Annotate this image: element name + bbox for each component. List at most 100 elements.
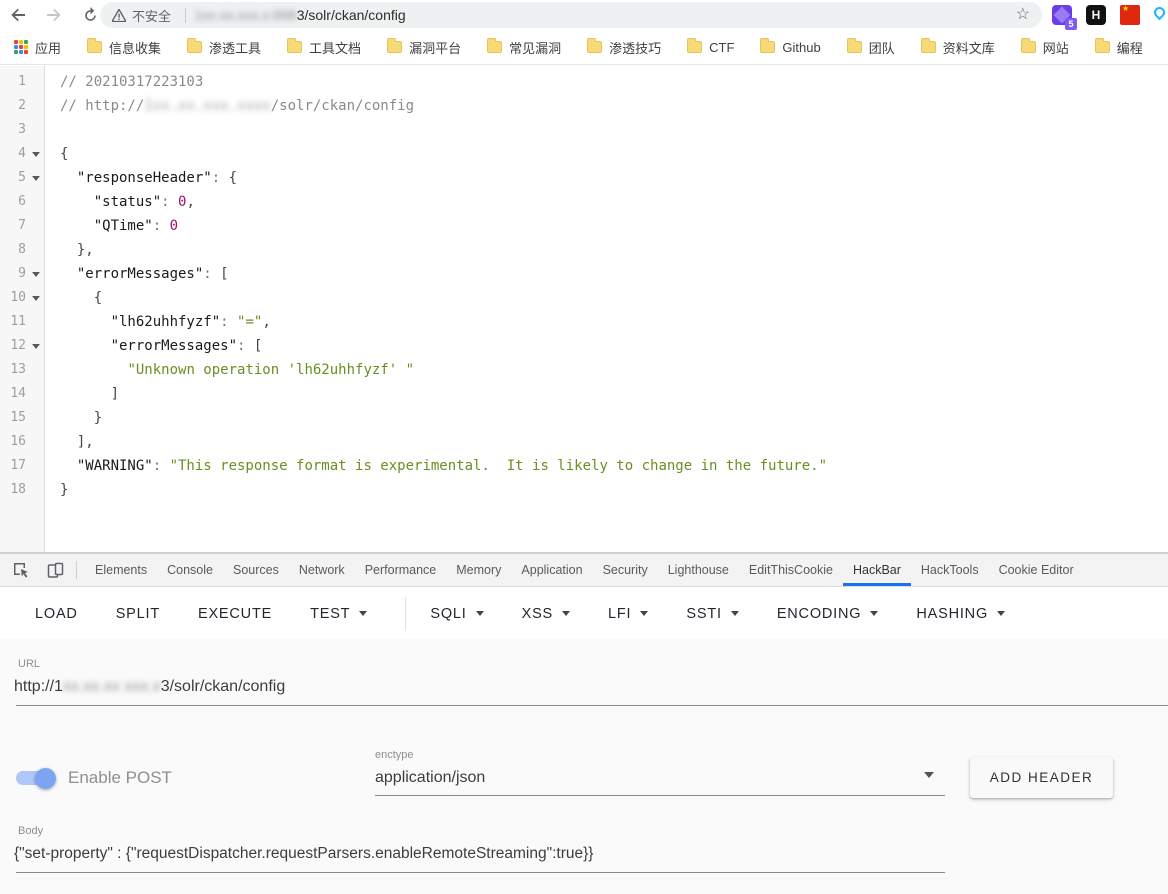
line-number: 11: [0, 310, 26, 334]
code-line: 11 "lh62uhhfyzf": "=",: [0, 310, 1168, 334]
code-token: :: [153, 458, 170, 474]
code-line: 16 ],: [0, 430, 1168, 454]
devtools-tab-elements[interactable]: Elements: [85, 554, 157, 586]
devtools-tab-application[interactable]: Application: [511, 554, 592, 586]
bookmark-folder[interactable]: 常见漏洞: [487, 38, 561, 57]
hackbar-menu-label: SSTI: [686, 606, 721, 622]
hackbar-menu-split[interactable]: SPLIT: [116, 606, 160, 622]
bookmark-folder[interactable]: 团队: [847, 38, 895, 57]
enctype-caret-icon[interactable]: [924, 772, 934, 778]
bookmark-folder[interactable]: 信息收集: [87, 38, 161, 57]
code-token: }: [94, 410, 102, 426]
devtools-separator: [76, 561, 77, 579]
devtools-tab-cookie-editor[interactable]: Cookie Editor: [989, 554, 1084, 586]
fold-arrow-icon[interactable]: [26, 262, 45, 286]
security-label[interactable]: 不安全: [132, 6, 171, 25]
devtools-tab-hacktools[interactable]: HackTools: [911, 554, 989, 586]
hackbar-menu-ssti[interactable]: SSTI: [686, 606, 738, 622]
devtools-tab-console[interactable]: Console: [157, 554, 223, 586]
bookmark-folder[interactable]: 资料文库: [921, 38, 995, 57]
devtools-tab-lighthouse[interactable]: Lighthouse: [658, 554, 739, 586]
devtools-tabs: ElementsConsoleSourcesNetworkPerformance…: [85, 554, 1084, 586]
h-extension-icon[interactable]: H: [1086, 5, 1106, 25]
extension-badge: 5: [1065, 18, 1077, 30]
enable-post-label: Enable POST: [68, 768, 172, 788]
nav-buttons: [8, 0, 100, 30]
code-token: [60, 458, 77, 474]
pin-extension-icon[interactable]: [1154, 5, 1166, 25]
fold-arrow-empty: [26, 454, 45, 478]
enable-post-toggle[interactable]: [16, 768, 56, 788]
add-header-button[interactable]: ADD HEADER: [970, 757, 1113, 798]
chevron-down-icon: [997, 611, 1005, 616]
line-number: 12: [0, 334, 26, 358]
reload-icon[interactable]: [80, 5, 100, 25]
bookmark-folder[interactable]: 编程: [1095, 38, 1143, 57]
url-field-value[interactable]: http://1xx.xx.xx xxx.x3/solr/ckan/config: [14, 678, 285, 696]
bookmark-folder-label: 编程: [1117, 38, 1143, 57]
code-token: [60, 338, 111, 354]
bookmark-star-icon[interactable]: ☆: [1016, 7, 1030, 23]
devtools-tab-editthiscookie[interactable]: EditThisCookie: [739, 554, 843, 586]
line-number: 4: [0, 142, 26, 166]
bookmark-folder[interactable]: 渗透工具: [187, 38, 261, 57]
code-token: [: [254, 338, 262, 354]
code-content: ]: [45, 382, 119, 406]
bookmark-folder-label: 团队: [869, 38, 895, 57]
enctype-select[interactable]: application/json: [375, 769, 485, 787]
code-line: 18}: [0, 478, 1168, 502]
device-toolbar-icon[interactable]: [42, 558, 68, 582]
hackbar-menu-encoding[interactable]: ENCODING: [777, 606, 879, 622]
fold-arrow-icon[interactable]: [26, 166, 45, 190]
code-content: "errorMessages": [: [45, 334, 262, 358]
devtools-toolbar-icons: [0, 554, 85, 586]
bookmark-folder[interactable]: Github: [760, 38, 820, 57]
devtools-tab-security[interactable]: Security: [593, 554, 658, 586]
code-token: [60, 314, 111, 330]
chevron-down-icon: [562, 611, 570, 616]
hackbar-menu-xss[interactable]: XSS: [522, 606, 570, 622]
bookmark-apps[interactable]: 应用: [14, 38, 61, 57]
fold-arrow-empty: [26, 118, 45, 142]
devtools-tab-sources[interactable]: Sources: [223, 554, 289, 586]
bookmark-folder-label: Github: [782, 40, 820, 55]
bookmark-folder[interactable]: 网站: [1021, 38, 1069, 57]
address-bar[interactable]: 不安全 1xx.xx.xxx.x:8983/solr/ckan/config ☆: [100, 2, 1042, 28]
hackbar-menu-lfi[interactable]: LFI: [608, 606, 648, 622]
bookmark-folder[interactable]: 漏洞平台: [387, 38, 461, 57]
code-content: },: [45, 238, 94, 262]
hackbar-menu-load[interactable]: LOAD: [35, 606, 78, 622]
code-content: "responseHeader": {: [45, 166, 237, 190]
flag-extension-icon[interactable]: [1120, 5, 1140, 25]
body-field-value[interactable]: {"set-property" : {"requestDispatcher.re…: [14, 845, 593, 863]
fold-arrow-icon[interactable]: [26, 142, 45, 166]
devtools-tab-network[interactable]: Network: [289, 554, 355, 586]
hackbar-menu-execute[interactable]: EXECUTE: [198, 606, 272, 622]
code-token: :: [220, 314, 237, 330]
hackbar-menu-hashing[interactable]: HASHING: [916, 606, 1005, 622]
forward-icon[interactable]: [44, 5, 64, 25]
hackbar-menu-label: HASHING: [916, 606, 988, 622]
code-token: },: [77, 242, 94, 258]
hackbar-menu-test[interactable]: TEST: [310, 606, 367, 622]
fold-arrow-icon[interactable]: [26, 334, 45, 358]
code-token: ,: [262, 314, 270, 330]
inspect-element-icon[interactable]: [8, 558, 34, 582]
fold-arrow-empty: [26, 478, 45, 502]
fold-arrow-icon[interactable]: [26, 286, 45, 310]
address-url[interactable]: 1xx.xx.xxx.x:8983/solr/ckan/config: [194, 7, 406, 23]
purple-extension-icon[interactable]: 5: [1052, 5, 1072, 25]
code-token: 1xx.xx.xxx.xxxx: [144, 98, 270, 114]
body-field-underline: [16, 872, 945, 873]
back-icon[interactable]: [8, 5, 28, 25]
bookmark-folder[interactable]: CTF: [687, 38, 734, 57]
devtools-tab-memory[interactable]: Memory: [446, 554, 511, 586]
devtools-tab-performance[interactable]: Performance: [355, 554, 447, 586]
code-line: 13 "Unknown operation 'lh62uhhfyzf' ": [0, 358, 1168, 382]
bookmark-folder[interactable]: 渗透技巧: [587, 38, 661, 57]
bookmark-folder[interactable]: 工具文档: [287, 38, 361, 57]
code-token: :: [203, 266, 220, 282]
devtools-tab-hackbar[interactable]: HackBar: [843, 554, 911, 586]
line-number: 13: [0, 358, 26, 382]
hackbar-menu-sqli[interactable]: SQLI: [430, 606, 483, 622]
